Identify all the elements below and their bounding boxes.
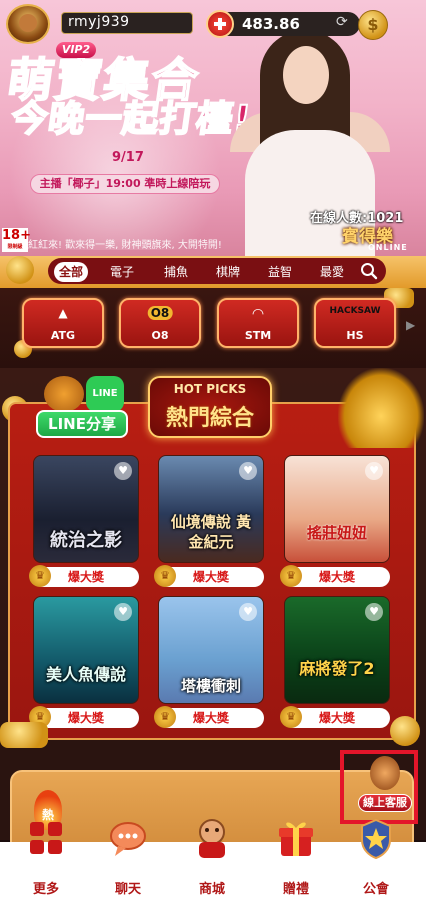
age-rating-sub: 限制級: [7, 244, 23, 250]
game-tile[interactable]: 搖莊妞妞 ♥: [284, 455, 390, 563]
guild-icon: [361, 818, 391, 860]
jackpot-label: 爆大獎: [192, 570, 229, 584]
trophy-icon: ♛: [154, 565, 176, 587]
favorite-heart-icon[interactable]: ♥: [365, 462, 383, 480]
provider-atg[interactable]: ▲ ATG: [22, 298, 104, 348]
game-tile[interactable]: 仙境傳說 黃金紀元 ♥: [158, 455, 264, 563]
game-title: 塔樓衝刺: [180, 677, 241, 695]
game-title: 美人魚傳說: [45, 665, 126, 684]
avatar-face: [19, 14, 37, 32]
nav-label: 聊天: [114, 882, 141, 897]
coin-icon: $: [358, 10, 388, 40]
game-tile[interactable]: 麻將發了2 ♥: [284, 596, 390, 704]
jackpot-label: 爆大獎: [67, 570, 104, 584]
age-rating-icon: 18+ 限制級: [2, 228, 31, 252]
trophy-icon: ♛: [154, 706, 176, 728]
balance-value: 483.86: [242, 15, 300, 33]
category-tab-slots[interactable]: 電子: [104, 262, 140, 282]
line-share-button[interactable]: LINE分享: [36, 410, 128, 438]
host-face: [283, 46, 329, 104]
marquee-text: 紅紅來! 歡來得一樂, 財神頭旗來, 大開特開!: [28, 240, 222, 251]
jackpot-badge: ♛ 爆大獎: [280, 706, 390, 728]
trophy-icon: ♛: [280, 565, 302, 587]
jackpot-badge: ♛ 爆大獎: [154, 565, 264, 587]
atg-icon: ▲: [58, 306, 68, 320]
nav-shop[interactable]: 商城: [172, 819, 252, 901]
category-tab-cards[interactable]: 棋牌: [210, 262, 246, 282]
nav-label: 公會: [362, 882, 389, 897]
game-tile[interactable]: 統治之影 ♥: [33, 455, 139, 563]
refresh-icon[interactable]: ⟳: [336, 15, 350, 29]
category-tab-all[interactable]: 全部: [54, 262, 88, 282]
hacksaw-icon: HACKSAW: [329, 306, 381, 316]
game-title: 搖莊妞妞: [306, 524, 367, 542]
game-tile[interactable]: 塔樓衝刺 ♥: [158, 596, 264, 704]
grid-icon: [30, 822, 62, 854]
nav-label: 更多: [32, 882, 59, 897]
brand-sub: ONLINE: [368, 243, 408, 252]
trophy-icon: ♛: [280, 706, 302, 728]
provider-hs[interactable]: HACKSAW HS: [314, 298, 396, 348]
line-icon[interactable]: LINE: [86, 376, 124, 412]
jackpot-badge: ♛ 爆大獎: [280, 565, 390, 587]
jackpot-badge: ♛ 爆大獎: [154, 706, 264, 728]
jackpot-badge: ♛ 爆大獎: [29, 706, 139, 728]
nav-more[interactable]: 更多: [6, 822, 86, 901]
o8-icon: O8: [147, 306, 173, 320]
user-avatar[interactable]: [6, 4, 50, 44]
nav-gift[interactable]: 贈禮: [256, 822, 336, 901]
nav-chat[interactable]: 聊天: [88, 822, 168, 901]
game-title: 麻將發了2: [299, 659, 375, 678]
stm-icon: ◠: [252, 306, 264, 322]
game-title: 統治之影: [50, 530, 122, 551]
favorite-heart-icon[interactable]: ♥: [239, 603, 257, 621]
category-tab-favorites[interactable]: 最愛: [314, 262, 350, 282]
shop-icon: [199, 819, 225, 858]
hot-picks-title-cn: 熱門綜合: [165, 406, 254, 431]
coin-decoration: [6, 256, 34, 284]
favorite-heart-icon[interactable]: ♥: [365, 603, 383, 621]
customer-service-button[interactable]: [340, 750, 418, 824]
search-icon[interactable]: [360, 262, 378, 280]
username: rmyj939: [68, 14, 130, 30]
banner-date: 9/17: [112, 150, 144, 165]
deposit-plus-button[interactable]: [206, 10, 234, 38]
provider-stm[interactable]: ◠ STM: [217, 298, 299, 348]
game-title: 仙境傳說 黃金紀元: [170, 513, 252, 551]
coin-decoration: [390, 716, 420, 746]
provider-label: ATG: [50, 329, 76, 342]
jackpot-badge: ♛ 爆大獎: [29, 565, 139, 587]
favorite-heart-icon[interactable]: ♥: [239, 462, 257, 480]
banner-title-line2: 今晚一起打檯!: [8, 98, 255, 141]
favorite-heart-icon[interactable]: ♥: [114, 603, 132, 621]
provider-o8[interactable]: O8 O8: [119, 298, 201, 348]
hot-picks-title-en: HOT PICKS: [173, 382, 247, 396]
banner-host-schedule: 主播「椰子」19:00 準時上線陪玩: [30, 174, 220, 194]
jackpot-label: 爆大獎: [318, 570, 355, 584]
game-tile[interactable]: 美人魚傳說 ♥: [33, 596, 139, 704]
nav-label: 贈禮: [282, 882, 309, 897]
jackpot-label: 爆大獎: [318, 711, 355, 725]
gold-ingot-decoration: [0, 722, 48, 748]
category-tab-fishing[interactable]: 捕魚: [158, 262, 194, 282]
promo-banner[interactable]: 萌寶集合 今晚一起打檯! 9/17 主播「椰子」19:00 準時上線陪玩 在線人…: [0, 0, 426, 256]
gift-icon: [279, 822, 313, 856]
golden-horse-decoration: [338, 368, 424, 448]
jackpot-label: 爆大獎: [67, 711, 104, 725]
chat-icon: [110, 822, 146, 856]
favorite-heart-icon[interactable]: ♥: [114, 462, 132, 480]
jackpot-label: 爆大獎: [192, 711, 229, 725]
category-tab-puzzle[interactable]: 益智: [262, 262, 298, 282]
provider-label: HS: [346, 329, 364, 342]
vip-badge: VIP2: [56, 42, 96, 58]
provider-label: STM: [244, 329, 272, 342]
tiger-mascot-icon: [44, 376, 84, 412]
chevron-right-icon[interactable]: ▶: [406, 318, 415, 332]
nav-guild[interactable]: 公會: [336, 818, 416, 901]
age-rating-label: 18+: [2, 228, 31, 243]
nav-label: 商城: [198, 882, 225, 897]
trophy-icon: ♛: [29, 565, 51, 587]
provider-label: O8: [151, 329, 169, 342]
